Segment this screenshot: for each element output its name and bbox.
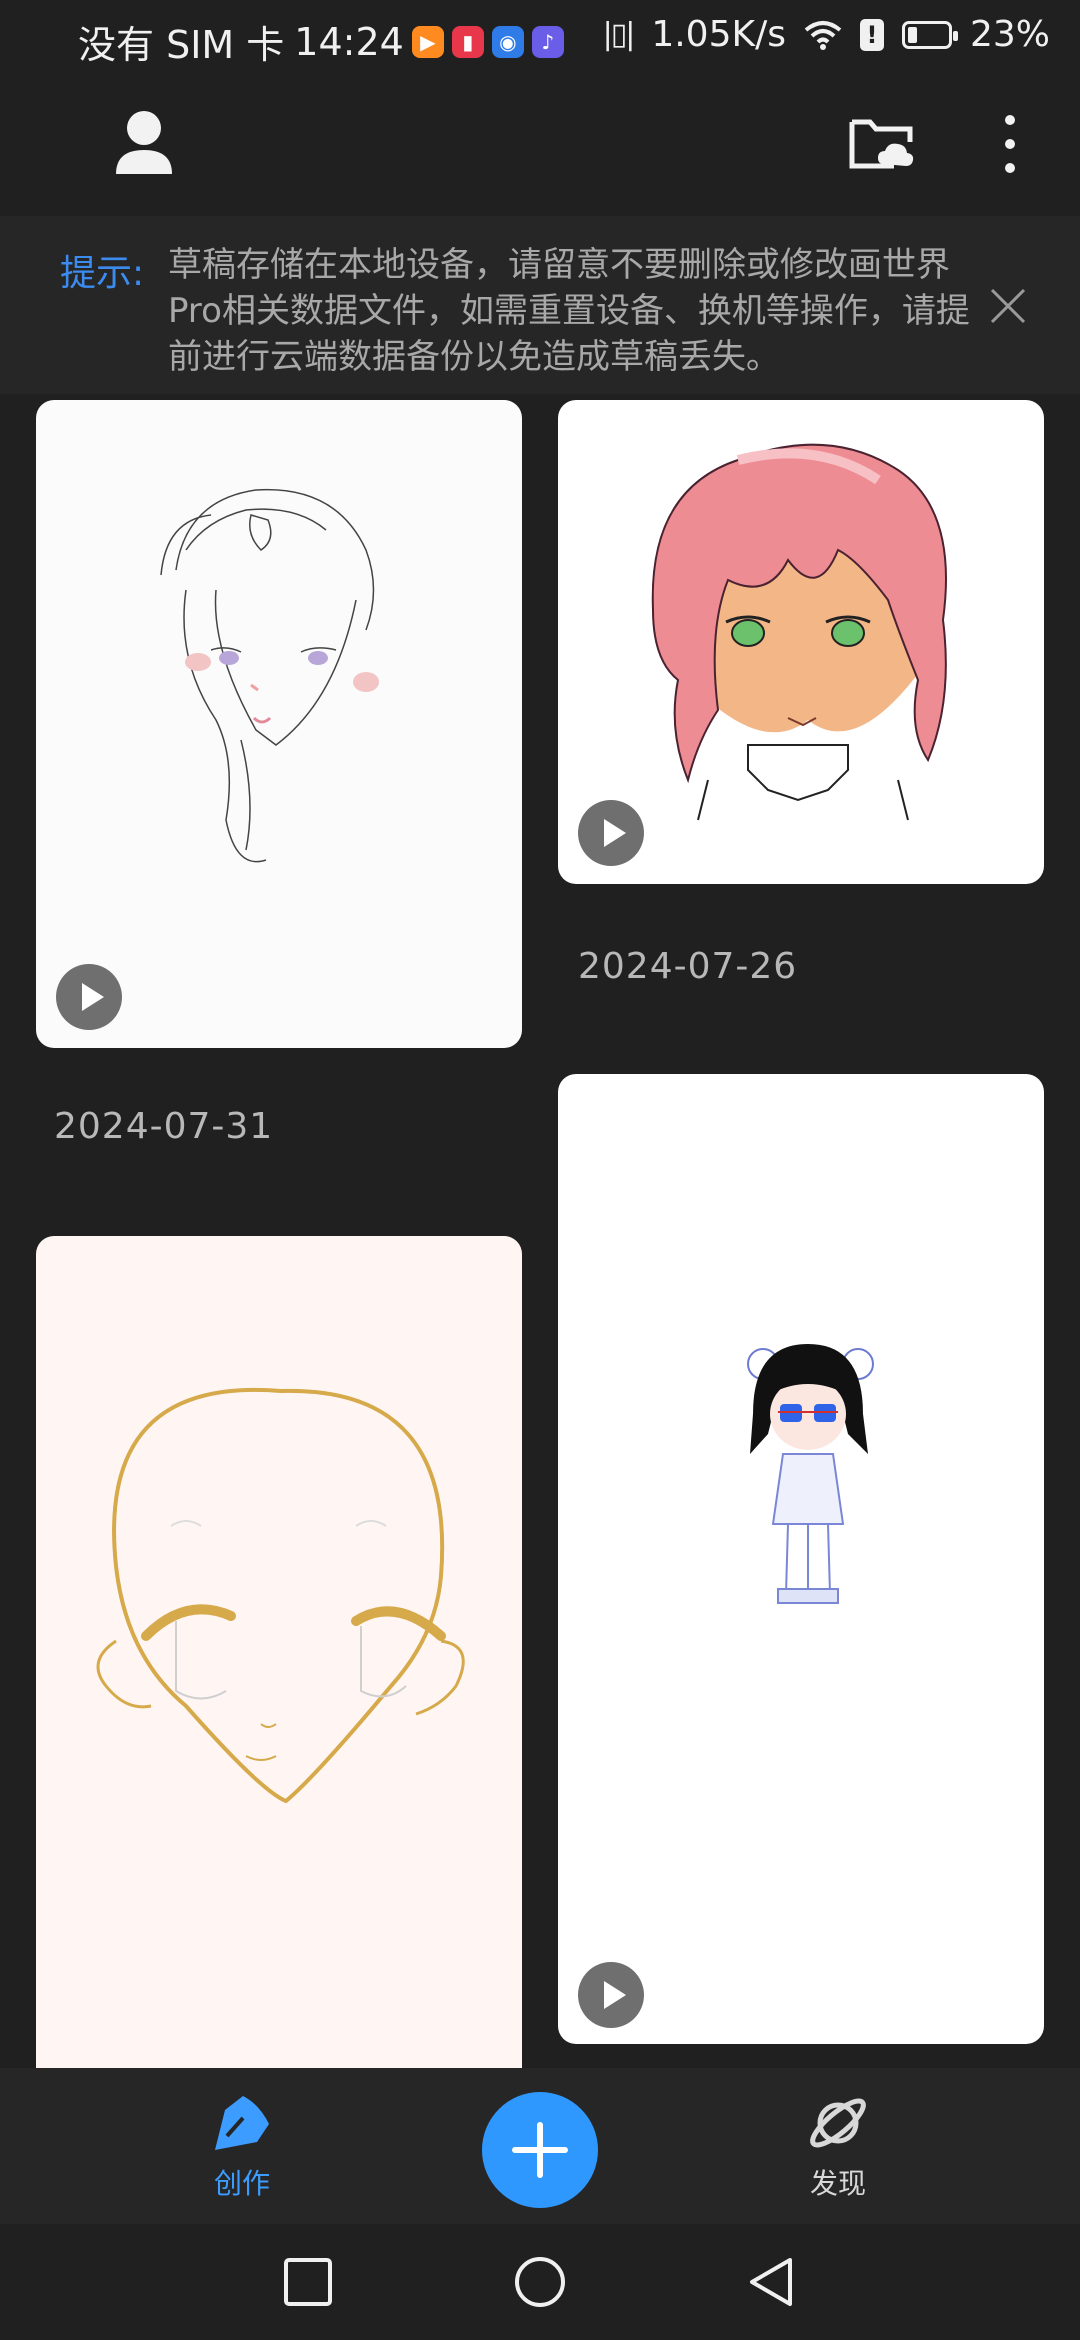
draft-date: 2024-07-26 [578, 946, 798, 987]
user-icon[interactable] [112, 108, 176, 178]
browser-app-icon: ◉ [491, 25, 524, 58]
planet-icon [810, 2098, 866, 2148]
replay-button[interactable] [56, 964, 122, 1030]
battery-percent: 23% [969, 14, 1050, 55]
tip-banner: 提示: 草稿存储在本地设备，请留意不要删除或修改画世界Pro相关数据文件，如需重… [0, 216, 1080, 394]
network-speed: 1.05K/s [651, 14, 786, 55]
tip-label: 提示: [60, 253, 145, 294]
clock: 14:24 [294, 19, 404, 64]
home-icon[interactable] [512, 2254, 568, 2310]
status-left: 没有 SIM 卡 14:24 ▶ ▮ ◉ ♪ [78, 14, 564, 69]
close-icon[interactable] [988, 286, 1028, 326]
draft-date: 2024-07-31 [54, 1106, 274, 1147]
app-bar [0, 76, 1080, 216]
battery-icon [901, 20, 958, 49]
drafts-grid: 2024-07-26 2024-07-31 [0, 394, 1080, 2068]
tab-discover-label: 发现 [809, 2167, 866, 2200]
battery-fill [907, 26, 917, 43]
draft-card-pink-hair[interactable] [558, 400, 1044, 884]
draft-card-sketch[interactable] [36, 400, 522, 1048]
video-app-icon: ▶ [411, 25, 444, 58]
draft-card-face-base[interactable] [36, 1236, 522, 2068]
brush-icon [215, 2096, 269, 2150]
replay-button[interactable] [578, 1962, 644, 2028]
wifi-icon [804, 20, 842, 50]
status-bar: 没有 SIM 卡 14:24 ▶ ▮ ◉ ♪ |▯| 1.05K/s ! 23% [0, 0, 1080, 76]
status-right: |▯| 1.05K/s ! 23% [585, 14, 1050, 55]
back-icon[interactable] [744, 2254, 800, 2310]
tip-text: 草稿存储在本地设备，请留意不要删除或修改画世界Pro相关数据文件，如需重置设备、… [168, 245, 970, 377]
music-app-icon: ♪ [531, 25, 564, 58]
tab-discover[interactable]: 发现 [768, 2090, 908, 2202]
replay-button[interactable] [578, 800, 644, 866]
vibrate-icon: |▯| [602, 17, 636, 52]
recents-icon[interactable] [280, 2254, 336, 2310]
book-app-icon: ▮ [451, 25, 484, 58]
draft-card-chibi[interactable] [558, 1074, 1044, 2044]
draft-thumbnail [160, 488, 379, 863]
system-nav-bar [0, 2224, 1080, 2340]
carrier-label: 没有 SIM 卡 [78, 23, 285, 67]
cloud-folder-icon[interactable] [848, 114, 916, 174]
tab-create-label: 创作 [213, 2167, 270, 2200]
bottom-nav: 创作 发现 [0, 2068, 1080, 2224]
draft-thumbnail [96, 1387, 465, 1804]
alert-icon: ! [859, 18, 884, 51]
more-vert-icon[interactable] [990, 112, 1030, 176]
draft-thumbnail [747, 1344, 874, 1604]
new-drawing-button[interactable] [482, 2092, 598, 2208]
tab-create[interactable]: 创作 [172, 2090, 312, 2202]
